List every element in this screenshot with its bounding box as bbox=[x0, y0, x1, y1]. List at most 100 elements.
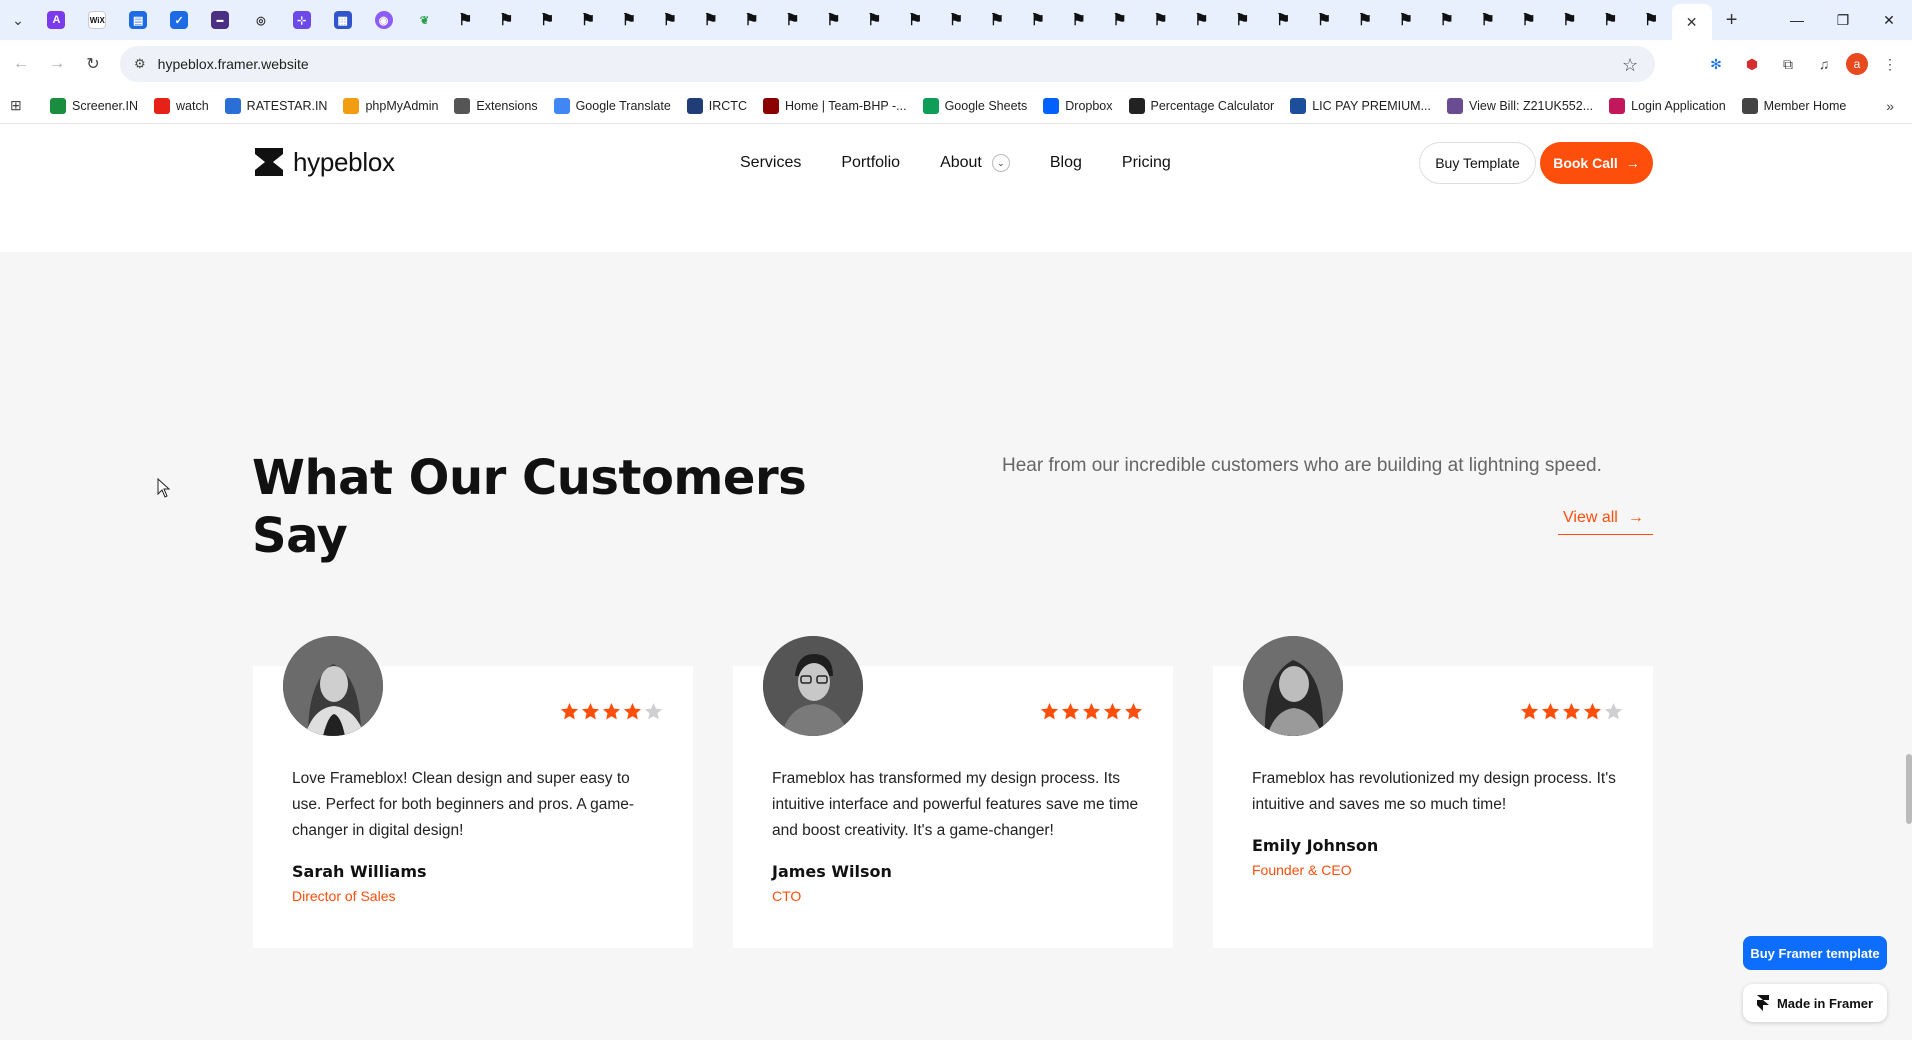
tab[interactable]: ⊹ bbox=[281, 4, 322, 36]
bookmark-item[interactable]: IRCTC bbox=[686, 97, 747, 114]
nav-blog[interactable]: Blog bbox=[1050, 154, 1082, 172]
window-controls: — ❐ ✕ bbox=[1774, 0, 1912, 40]
bookmark-item[interactable]: Google Translate bbox=[553, 97, 671, 114]
extensions-puzzle-icon[interactable]: ⧉ bbox=[1774, 50, 1802, 78]
site-logo[interactable]: hypeblox bbox=[253, 146, 395, 178]
tab[interactable]: ⚑ bbox=[486, 4, 527, 36]
tab[interactable]: ⚑ bbox=[608, 4, 649, 36]
tab[interactable]: ✓ bbox=[159, 4, 200, 36]
tab[interactable]: ⚑ bbox=[1508, 4, 1549, 36]
bookmark-item[interactable]: RATESTAR.IN bbox=[224, 97, 327, 114]
tab[interactable]: WiX bbox=[77, 4, 118, 36]
tab[interactable]: ⚑ bbox=[1181, 4, 1222, 36]
close-window-button[interactable]: ✕ bbox=[1866, 0, 1912, 40]
close-tab-icon[interactable]: ✕ bbox=[1686, 14, 1698, 31]
tab[interactable]: ⚑ bbox=[1222, 4, 1263, 36]
tab[interactable]: ⚑ bbox=[1385, 4, 1426, 36]
reload-button[interactable]: ↻ bbox=[78, 49, 108, 79]
tab[interactable]: ⚑ bbox=[813, 4, 854, 36]
new-tab-button[interactable]: + bbox=[1712, 9, 1752, 32]
bookmark-item[interactable]: Percentage Calculator bbox=[1128, 97, 1274, 114]
tab[interactable]: ⚑ bbox=[731, 4, 772, 36]
star-filled-icon bbox=[1124, 702, 1143, 720]
profile-avatar[interactable]: a bbox=[1846, 53, 1868, 75]
active-tab[interactable]: ✕ bbox=[1671, 4, 1712, 40]
extension-icon[interactable]: ✻ bbox=[1702, 50, 1730, 78]
back-button[interactable]: ← bbox=[6, 49, 36, 79]
nav-about[interactable]: About ⌄ bbox=[940, 154, 1010, 172]
media-control-icon[interactable]: ♫ bbox=[1810, 50, 1838, 78]
tab[interactable]: ❦ bbox=[404, 4, 445, 36]
bookmark-item[interactable]: Member Home bbox=[1741, 97, 1846, 114]
tab[interactable]: ⚑ bbox=[1345, 4, 1386, 36]
tab[interactable]: ◉ bbox=[363, 4, 404, 36]
tab[interactable]: ⚑ bbox=[527, 4, 568, 36]
tab[interactable]: ⚑ bbox=[976, 4, 1017, 36]
bookmark-item[interactable]: phpMyAdmin bbox=[343, 97, 438, 114]
bookmark-star-icon[interactable]: ☆ bbox=[1622, 55, 1641, 75]
app-icon: ◉ bbox=[374, 11, 393, 29]
tab-search-button[interactable]: ⌄ bbox=[0, 0, 36, 40]
star-filled-icon bbox=[1061, 702, 1080, 720]
bookmark-item[interactable]: Home | Team-BHP -... bbox=[762, 97, 907, 114]
framer-icon: ⚑ bbox=[662, 12, 677, 29]
tab[interactable]: ⚑ bbox=[445, 4, 486, 36]
view-all-link[interactable]: View all → bbox=[1558, 502, 1653, 535]
tab[interactable]: ⚑ bbox=[1017, 4, 1058, 36]
bookmark-item[interactable]: Google Sheets bbox=[922, 97, 1027, 114]
tab[interactable]: ▤ bbox=[118, 4, 159, 36]
tab[interactable]: ⚑ bbox=[1549, 4, 1590, 36]
bookmark-item[interactable]: Screener.IN bbox=[50, 97, 138, 114]
tab[interactable]: ▦ bbox=[322, 4, 363, 36]
tab[interactable]: ⚑ bbox=[568, 4, 609, 36]
framer-icon: ⚑ bbox=[1603, 12, 1618, 29]
framer-icon: ⚑ bbox=[989, 12, 1005, 29]
book-call-button[interactable]: Book Call → bbox=[1540, 142, 1653, 184]
bookmark-item[interactable]: Dropbox bbox=[1043, 97, 1113, 114]
bookmark-label: LIC PAY PREMIUM... bbox=[1312, 98, 1431, 113]
bookmark-item[interactable]: View Bill: Z21UK552... bbox=[1446, 97, 1593, 114]
nav-portfolio[interactable]: Portfolio bbox=[841, 154, 900, 172]
tab[interactable]: ⚑ bbox=[690, 4, 731, 36]
doc-icon: ▤ bbox=[129, 11, 148, 29]
tab[interactable]: ⚑ bbox=[1590, 4, 1631, 36]
address-bar[interactable]: ⚙ hypeblox.framer.website ☆ bbox=[120, 46, 1655, 82]
bookmark-item[interactable]: watch bbox=[154, 97, 209, 114]
tab[interactable]: ⚑ bbox=[1631, 4, 1672, 36]
nav-services[interactable]: Services bbox=[740, 154, 801, 172]
restore-button[interactable]: ❐ bbox=[1820, 0, 1866, 40]
made-in-framer-badge[interactable]: Made in Framer bbox=[1743, 984, 1887, 1022]
tab[interactable]: ⚑ bbox=[1467, 4, 1508, 36]
tab[interactable]: A bbox=[36, 4, 77, 36]
apps-grid-icon[interactable]: ⊞ bbox=[10, 97, 32, 114]
site-info-icon[interactable]: ⚙ bbox=[134, 56, 146, 72]
page-scrollbar[interactable] bbox=[1906, 754, 1912, 824]
menu-kebab-icon[interactable]: ⋮ bbox=[1876, 50, 1904, 78]
tab[interactable]: ⚑ bbox=[1263, 4, 1304, 36]
tab[interactable]: ⚑ bbox=[936, 4, 977, 36]
tab[interactable]: ⚑ bbox=[1426, 4, 1467, 36]
bookmark-item[interactable]: Login Application bbox=[1609, 97, 1726, 114]
buy-template-button[interactable]: Buy Template bbox=[1419, 142, 1536, 184]
nav-pricing[interactable]: Pricing bbox=[1122, 154, 1171, 172]
tab[interactable]: ⚑ bbox=[1058, 4, 1099, 36]
bookmark-item[interactable]: Extensions bbox=[454, 97, 538, 114]
tab[interactable]: ▬ bbox=[200, 4, 241, 36]
buy-framer-template-button[interactable]: Buy Framer template bbox=[1743, 936, 1887, 970]
tab[interactable]: ⚑ bbox=[895, 4, 936, 36]
tab[interactable]: ⚑ bbox=[1304, 4, 1345, 36]
bookmark-item[interactable]: LIC PAY PREMIUM... bbox=[1290, 97, 1431, 114]
more-bookmarks-icon[interactable]: » bbox=[1886, 98, 1894, 114]
star-filled-icon bbox=[1082, 702, 1101, 720]
tab[interactable]: ⚑ bbox=[1140, 4, 1181, 36]
minimize-button[interactable]: — bbox=[1774, 0, 1820, 40]
avatar bbox=[763, 636, 863, 736]
tab[interactable]: ⚑ bbox=[854, 4, 895, 36]
tab[interactable]: ◎ bbox=[240, 4, 281, 36]
bookmark-label: Extensions bbox=[476, 98, 538, 113]
extension-icon[interactable]: ⬢ bbox=[1738, 50, 1766, 78]
tab[interactable]: ⚑ bbox=[772, 4, 813, 36]
tab[interactable]: ⚑ bbox=[1099, 4, 1140, 36]
forward-button[interactable]: → bbox=[42, 49, 72, 79]
tab[interactable]: ⚑ bbox=[649, 4, 690, 36]
